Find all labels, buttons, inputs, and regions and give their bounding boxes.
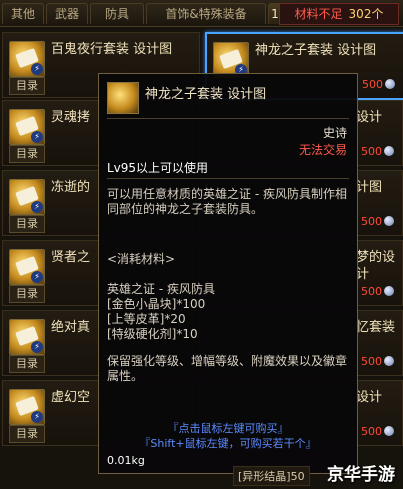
material-item: [上等皮革]*20 (107, 312, 186, 326)
item-name: 设计 (356, 110, 383, 125)
materials-header: <消耗材料> (107, 252, 176, 266)
material-count: 302个 (348, 7, 384, 21)
divider (107, 178, 349, 179)
materials-list: 英雄之证 - 疾风防具 [金色小晶块]*100 [上等皮革]*20 [特级硬化剂… (107, 282, 347, 342)
blueprint-icon: ⚡ (9, 41, 45, 77)
coin-icon (384, 356, 394, 366)
tab-armor[interactable]: 防具 (90, 3, 144, 24)
item-name: 设计 (356, 390, 383, 405)
coin-icon (384, 216, 394, 226)
item-tooltip: 神龙之子套装 设计图 史诗 无法交易 Lv95以上可以使用 可以用任意材质的英雄… (98, 73, 358, 474)
bulk-buy-hint: 『Shift+鼠标左键，可购买若干个』 (139, 437, 317, 450)
trade-restriction: 无法交易 (298, 143, 347, 157)
tab-accessory-special[interactable]: 首饰&特殊装备 (146, 3, 266, 24)
item-name: 百鬼夜行套装 设计图 (51, 42, 173, 57)
tooltip-title: 神龙之子套装 设计图 (145, 87, 267, 102)
item-price: 500 (361, 355, 394, 368)
item-name: 忆套装 (356, 320, 396, 335)
item-price: 500 (361, 285, 394, 298)
catalog-button[interactable]: 目录 (9, 425, 45, 443)
catalog-button[interactable]: 目录 (9, 145, 45, 163)
item-price: 500 (361, 145, 394, 158)
footer-item-label: [异形结晶]50 (233, 466, 310, 486)
blueprint-icon (107, 82, 139, 114)
insufficient-label: 材料不足 (294, 7, 343, 21)
item-name: 计图 (356, 180, 383, 195)
catalog-button[interactable]: 目录 (9, 215, 45, 233)
coin-icon (384, 426, 394, 436)
catalog-button[interactable]: 目录 (9, 77, 45, 95)
item-weight: 0.01kg (107, 454, 145, 467)
material-item: [金色小晶块]*100 (107, 297, 206, 311)
category-tab-bar: 其他 武器 防具 首饰&特殊装备 1 材料不足 302个 (0, 0, 403, 27)
item-price: 500 (361, 425, 394, 438)
watermark: 京华手游 (327, 465, 395, 485)
item-effect: 保留强化等级、增幅等级、附魔效果以及徽章属性。 (107, 354, 348, 383)
tab-weapon[interactable]: 武器 (46, 3, 88, 24)
blueprint-icon: ⚡ (9, 249, 45, 285)
material-insufficient-badge: 材料不足 302个 (279, 3, 399, 25)
blueprint-icon: ⚡ (9, 179, 45, 215)
item-name: 神龙之子套装 设计图 (255, 43, 377, 58)
level-requirement: Lv95以上可以使用 (107, 161, 209, 175)
material-item: 英雄之证 - 疾风防具 (107, 282, 215, 296)
blueprint-icon: ⚡ (9, 319, 45, 355)
item-description: 可以用任意材质的英雄之证 - 疾风防具制作相同部位的神龙之子套装防具。 (107, 187, 347, 216)
divider (107, 118, 349, 119)
buy-hint: 『点击鼠标左键可购买』 (167, 422, 289, 435)
blueprint-icon: ⚡ (9, 389, 45, 425)
coin-icon (384, 286, 394, 296)
item-grade: 史诗 (322, 126, 347, 140)
item-price: 500 (361, 215, 394, 228)
coin-icon (385, 79, 395, 89)
catalog-button[interactable]: 目录 (9, 355, 45, 373)
catalog-button[interactable]: 目录 (9, 285, 45, 303)
tab-other[interactable]: 其他 (2, 3, 44, 24)
material-item: [特级硬化剂]*10 (107, 327, 198, 341)
item-name: 梦的设计 (356, 250, 396, 282)
item-price: 500 (362, 78, 395, 91)
blueprint-icon: ⚡ (9, 109, 45, 145)
coin-icon (384, 146, 394, 156)
